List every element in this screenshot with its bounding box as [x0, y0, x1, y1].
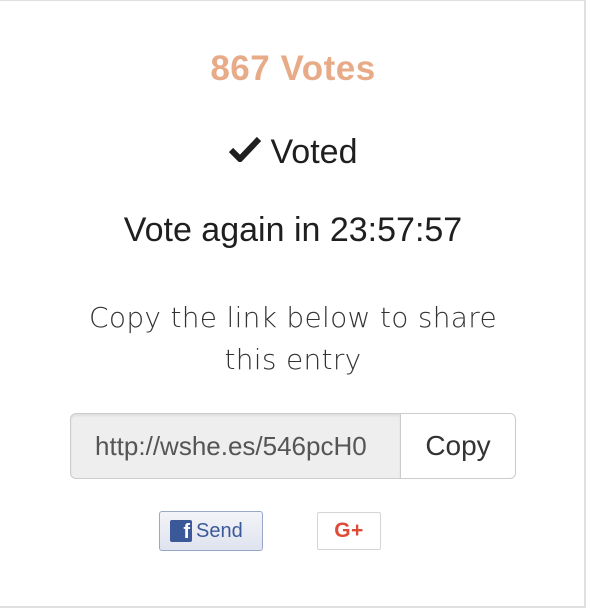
vote-again-countdown: Vote again in 23:57:57	[123, 211, 463, 249]
facebook-send-button[interactable]: f Send	[159, 511, 263, 551]
voted-status: Voted	[0, 133, 586, 172]
voted-label: Voted	[270, 133, 358, 171]
vote-panel: 867 Votes Voted Vote again in 23:57:57 C…	[0, 0, 586, 608]
share-link-input[interactable]	[70, 413, 400, 479]
google-plus-button[interactable]: G+	[317, 512, 381, 550]
share-link-group: Copy	[70, 413, 516, 479]
check-icon	[228, 132, 261, 171]
share-instruction: Copy the link below to share this entry	[89, 301, 497, 376]
facebook-icon: f	[170, 520, 192, 542]
copy-button[interactable]: Copy	[400, 413, 516, 479]
facebook-send-label: Send	[196, 519, 243, 542]
votes-count: 867 Votes	[210, 49, 376, 88]
google-plus-icon: G+	[334, 519, 364, 542]
